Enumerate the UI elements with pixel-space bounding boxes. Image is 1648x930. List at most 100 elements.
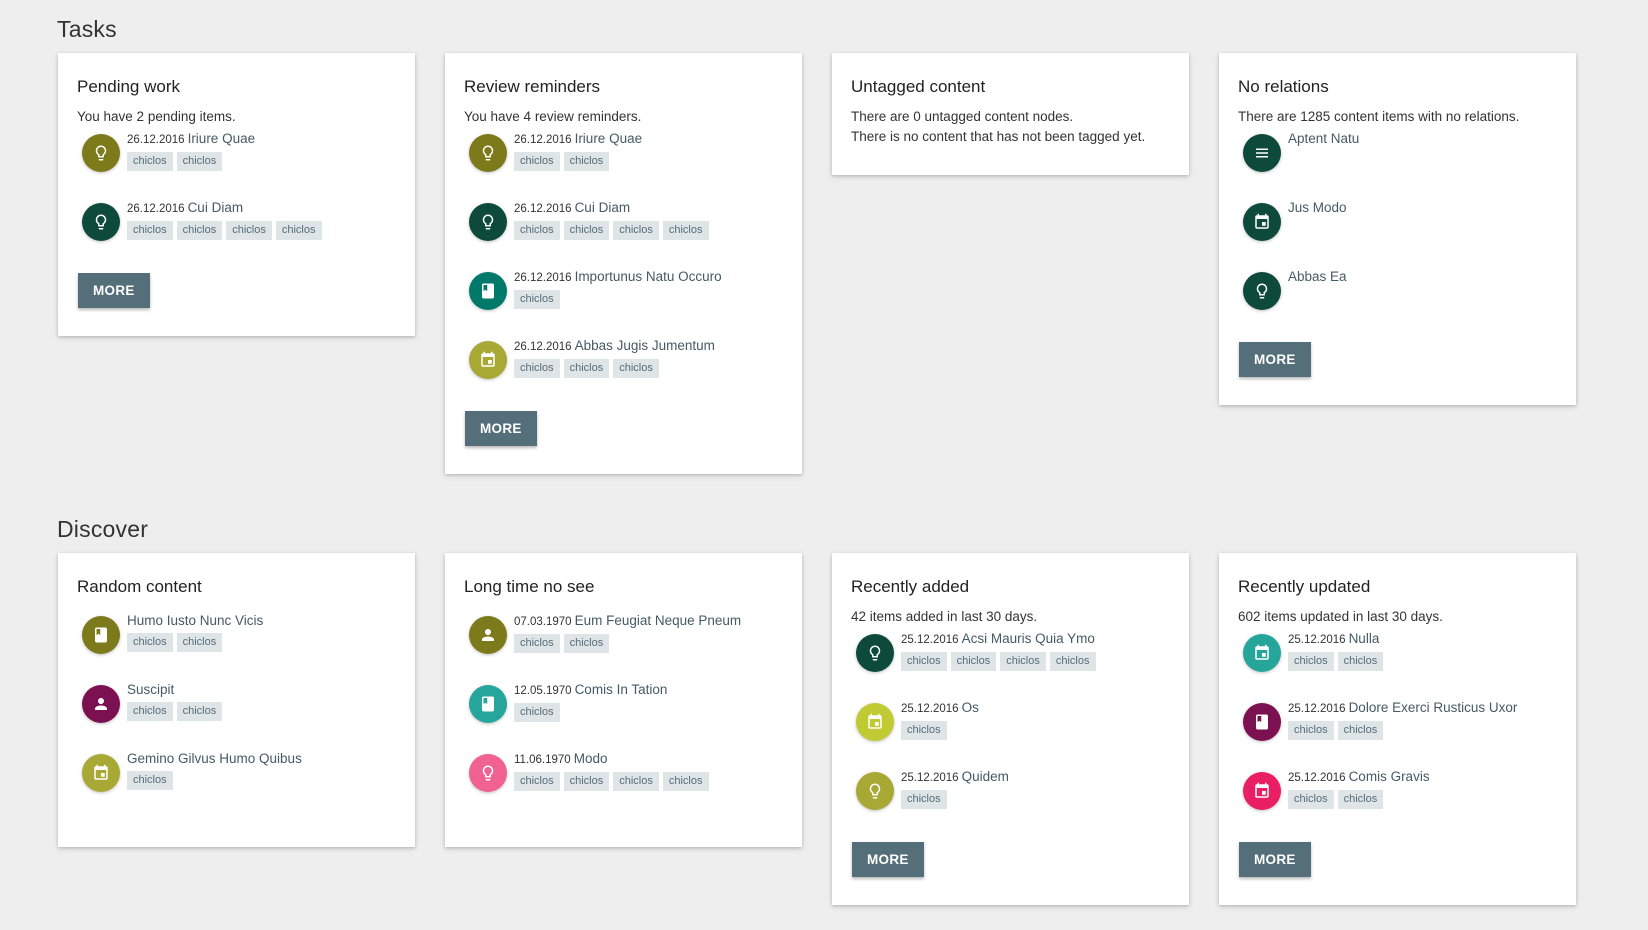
item-avatar bbox=[469, 685, 507, 723]
item-title-link[interactable]: Iriure Quae bbox=[188, 131, 256, 146]
item-title-link[interactable]: Cui Diam bbox=[575, 200, 631, 215]
item-title-link[interactable]: Humo Iusto Nunc Vicis bbox=[127, 613, 263, 628]
item-title-link[interactable]: Jus Modo bbox=[1288, 200, 1347, 215]
tag[interactable]: chiclos bbox=[563, 359, 610, 378]
tag[interactable]: chiclos bbox=[901, 721, 947, 740]
tag[interactable]: chiclos bbox=[176, 702, 223, 721]
item-title-link[interactable]: Cui Diam bbox=[188, 200, 244, 215]
tag[interactable]: chiclos bbox=[1288, 790, 1334, 809]
tag[interactable]: chiclos bbox=[514, 221, 560, 240]
tag[interactable]: chiclos bbox=[226, 221, 272, 240]
item-title-link[interactable]: Modo bbox=[574, 751, 608, 766]
item-title-link[interactable]: Comis Gravis bbox=[1349, 769, 1430, 784]
tag[interactable]: chiclos bbox=[563, 221, 610, 240]
tag[interactable]: chiclos bbox=[1000, 652, 1046, 671]
tag[interactable]: chiclos bbox=[176, 152, 223, 171]
tag[interactable]: chiclos bbox=[662, 772, 709, 791]
item-title-link[interactable]: Quidem bbox=[962, 769, 1009, 784]
tag[interactable]: chiclos bbox=[563, 634, 610, 653]
tag[interactable]: chiclos bbox=[613, 359, 659, 378]
item-title-link[interactable]: Acsi Mauris Quia Ymo bbox=[962, 631, 1095, 646]
tag[interactable]: chiclos bbox=[176, 221, 223, 240]
list-item[interactable]: Abbas Ea bbox=[1238, 268, 1557, 337]
tag[interactable]: chiclos bbox=[127, 771, 173, 790]
list-item[interactable]: 12.05.1970 Comis In Tation chiclos bbox=[464, 681, 783, 750]
tag[interactable]: chiclos bbox=[514, 290, 560, 309]
item-avatar bbox=[1243, 634, 1281, 672]
list-item[interactable]: 11.06.1970 Modo chiclos chiclos chiclos chicl… bbox=[464, 750, 783, 819]
list-item[interactable]: 25.12.2016 Comis Gravis chiclos chiclos bbox=[1238, 768, 1557, 837]
tag[interactable]: chiclos bbox=[1288, 721, 1334, 740]
list-item[interactable]: 25.12.2016 Dolore Exerci Rusticus Uxor chi… bbox=[1238, 699, 1557, 768]
tag[interactable]: chiclos bbox=[1337, 652, 1384, 671]
tag[interactable]: chiclos bbox=[901, 652, 947, 671]
more-button[interactable]: MORE bbox=[465, 411, 537, 446]
list-item[interactable]: 25.12.2016 Os chiclos bbox=[851, 699, 1170, 768]
list-item[interactable]: 26.12.2016 Abbas Jugis Jumentum chiclos chi… bbox=[464, 337, 783, 406]
list-item[interactable]: 25.12.2016 Acsi Mauris Quia Ymo chiclos chi… bbox=[851, 630, 1170, 699]
item-title-link[interactable]: Abbas Ea bbox=[1288, 269, 1347, 284]
item-title-link[interactable]: Iriure Quae bbox=[575, 131, 643, 146]
tag[interactable]: chiclos bbox=[514, 703, 560, 722]
item-body: Jus Modo bbox=[1288, 199, 1347, 217]
list-item[interactable]: Gemino Gilvus Humo Quibus chiclos bbox=[77, 750, 396, 819]
item-list: 07.03.1970 Eum Feugiat Neque Pneum chiclos… bbox=[464, 612, 783, 819]
tag[interactable]: chiclos bbox=[176, 633, 223, 652]
tag[interactable]: chiclos bbox=[613, 221, 659, 240]
item-title-link[interactable]: Gemino Gilvus Humo Quibus bbox=[127, 751, 302, 766]
item-title-link[interactable]: Dolore Exerci Rusticus Uxor bbox=[1349, 700, 1518, 715]
item-avatar bbox=[856, 634, 894, 672]
item-line: 26.12.2016 Iriure Quae bbox=[514, 130, 642, 149]
item-line: 26.12.2016 Iriure Quae bbox=[127, 130, 255, 149]
item-line: 25.12.2016 Quidem bbox=[901, 768, 1009, 787]
list-item[interactable]: 26.12.2016 Iriure Quae chiclos chiclos bbox=[464, 130, 783, 199]
tag[interactable]: chiclos bbox=[563, 152, 610, 171]
item-title-link[interactable]: Os bbox=[962, 700, 979, 715]
tag[interactable]: chiclos bbox=[127, 152, 173, 171]
item-title-link[interactable]: Importunus Natu Occuro bbox=[575, 269, 722, 284]
tag[interactable]: chiclos bbox=[613, 772, 659, 791]
item-title-link[interactable]: Nulla bbox=[1349, 631, 1380, 646]
item-list: Aptent Natu Jus Modo Abbas Ea bbox=[1238, 130, 1557, 337]
more-button[interactable]: MORE bbox=[852, 842, 924, 877]
list-item[interactable]: 26.12.2016 Iriure Quae chiclos chiclos bbox=[77, 130, 396, 199]
item-title-link[interactable]: Aptent Natu bbox=[1288, 131, 1359, 146]
list-item[interactable]: 25.12.2016 Quidem chiclos bbox=[851, 768, 1170, 837]
item-avatar bbox=[1243, 772, 1281, 810]
more-button[interactable]: MORE bbox=[1239, 842, 1311, 877]
item-title-link[interactable]: Eum Feugiat Neque Pneum bbox=[575, 613, 742, 628]
tag[interactable]: chiclos bbox=[514, 152, 560, 171]
tag[interactable]: chiclos bbox=[1049, 652, 1096, 671]
tag[interactable]: chiclos bbox=[127, 633, 173, 652]
list-item[interactable]: 26.12.2016 Importunus Natu Occuro chiclos bbox=[464, 268, 783, 337]
list-item[interactable]: Suscipit chiclos chiclos bbox=[77, 681, 396, 750]
more-button[interactable]: MORE bbox=[1239, 342, 1311, 377]
tag[interactable]: chiclos bbox=[127, 702, 173, 721]
list-item[interactable]: 25.12.2016 Nulla chiclos chiclos bbox=[1238, 630, 1557, 699]
tag[interactable]: chiclos bbox=[1337, 790, 1384, 809]
tag[interactable]: chiclos bbox=[514, 359, 560, 378]
tag[interactable]: chiclos bbox=[1288, 652, 1334, 671]
item-title-link[interactable]: Suscipit bbox=[127, 682, 174, 697]
list-item[interactable]: 07.03.1970 Eum Feugiat Neque Pneum chiclos… bbox=[464, 612, 783, 681]
list-item[interactable]: 26.12.2016 Cui Diam chiclos chiclos chiclos c… bbox=[77, 199, 396, 268]
tag[interactable]: chiclos bbox=[514, 772, 560, 791]
section-title-discover: Discover bbox=[57, 516, 149, 542]
tag[interactable]: chiclos bbox=[901, 790, 947, 809]
tag[interactable]: chiclos bbox=[275, 221, 322, 240]
list-item[interactable]: Humo Iusto Nunc Vicis chiclos chiclos bbox=[77, 612, 396, 681]
list-item[interactable]: Aptent Natu bbox=[1238, 130, 1557, 199]
tag[interactable]: chiclos bbox=[563, 772, 610, 791]
list-item[interactable]: Jus Modo bbox=[1238, 199, 1557, 268]
person-icon bbox=[479, 626, 497, 644]
more-button[interactable]: MORE bbox=[78, 273, 150, 308]
tag[interactable]: chiclos bbox=[514, 634, 560, 653]
tag[interactable]: chiclos bbox=[1337, 721, 1384, 740]
item-avatar bbox=[82, 616, 120, 654]
item-title-link[interactable]: Abbas Jugis Jumentum bbox=[575, 338, 715, 353]
tag[interactable]: chiclos bbox=[950, 652, 997, 671]
item-title-link[interactable]: Comis In Tation bbox=[575, 682, 668, 697]
list-item[interactable]: 26.12.2016 Cui Diam chiclos chiclos chiclos c… bbox=[464, 199, 783, 268]
tag[interactable]: chiclos bbox=[127, 221, 173, 240]
tag[interactable]: chiclos bbox=[662, 221, 709, 240]
